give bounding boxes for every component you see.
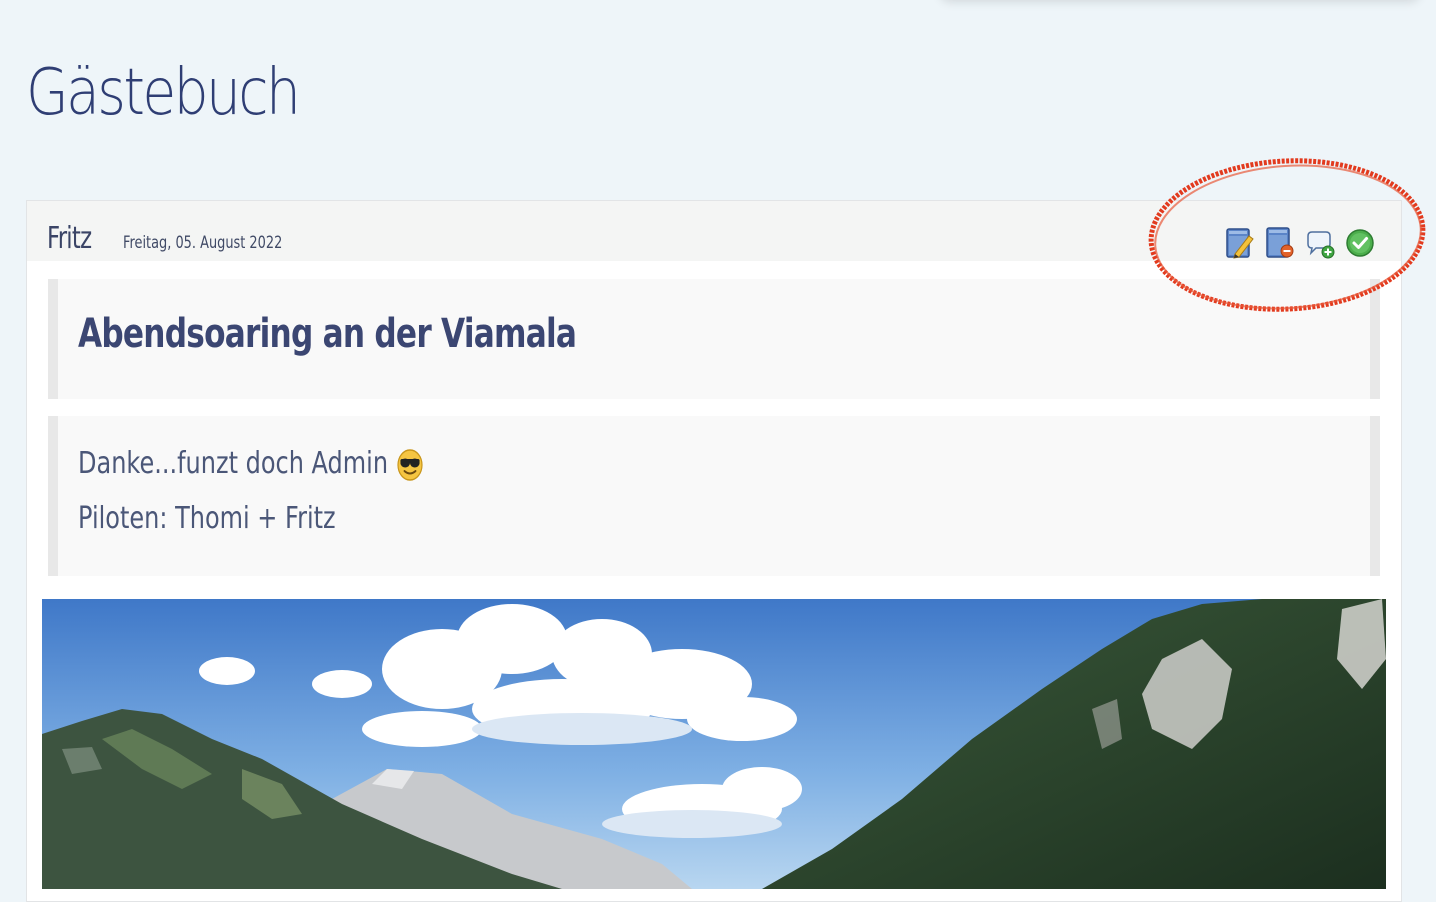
sunglasses-smiley-icon	[397, 448, 423, 481]
body-box: Danke...funzt doch Admin Piloten: Thomi …	[48, 416, 1380, 576]
page-title: Gästebuch	[26, 56, 301, 130]
edit-entry-icon	[1226, 228, 1254, 259]
entry-date: Freitag, 05. August 2022	[123, 233, 283, 253]
delete-entry-icon	[1266, 227, 1294, 258]
entry-subject: Abendsoaring an der Viamala	[78, 311, 577, 357]
entry-actions	[1225, 226, 1375, 260]
approve-checkmark-icon	[1346, 229, 1374, 257]
subject-box: Abendsoaring an der Viamala	[48, 279, 1380, 399]
add-comment-icon	[1307, 231, 1335, 259]
delete-entry-button[interactable]	[1265, 226, 1295, 260]
entry-body-line-1: Danke...funzt doch Admin	[78, 446, 423, 482]
guestbook-entry: Fritz Freitag, 05. August 2022 Abendsoar…	[26, 200, 1402, 902]
entry-header: Fritz Freitag, 05. August 2022	[27, 201, 1401, 261]
entry-author: Fritz	[47, 221, 92, 256]
edit-entry-button[interactable]	[1225, 226, 1255, 260]
add-comment-button[interactable]	[1305, 226, 1335, 260]
entry-photo	[42, 599, 1386, 889]
entry-body-line-2: Piloten: Thomi + Fritz	[78, 501, 336, 536]
entry-body-text-1: Danke...funzt doch Admin	[78, 446, 389, 481]
approve-entry-button[interactable]	[1345, 226, 1375, 260]
